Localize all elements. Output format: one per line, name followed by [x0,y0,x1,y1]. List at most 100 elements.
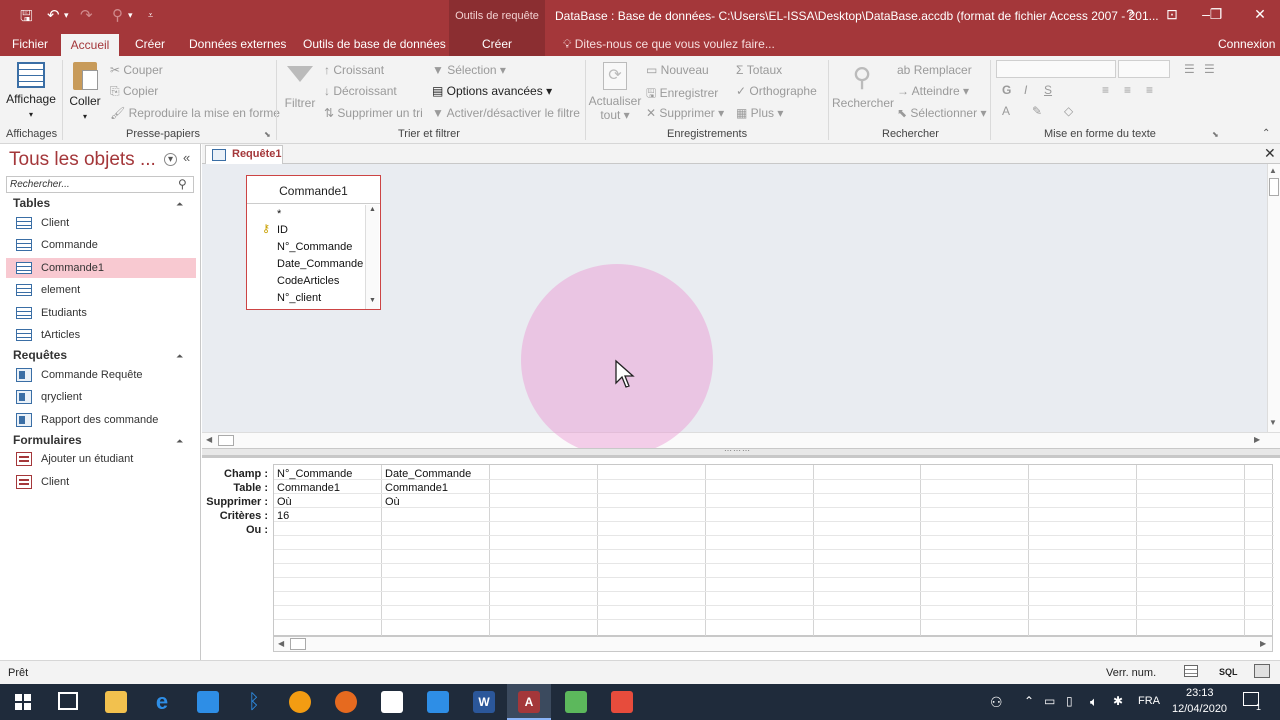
scroll-thumb[interactable] [290,638,306,650]
search-icon[interactable]: ⚲ [178,177,187,191]
nav-query-rapport[interactable]: Rapport des commande [6,410,196,430]
numbering-icon[interactable]: ☰ [1204,62,1215,76]
ribbon-display-icon[interactable]: ⊡ [1160,6,1184,23]
bullets-icon[interactable]: ☰ [1184,62,1195,76]
nav-table-commande[interactable]: Commande [6,235,196,255]
reproduire-button[interactable]: 🖌︎ Reproduire la mise en forme [110,106,280,120]
orthographe-button[interactable]: ✓ Orthographe [736,84,817,98]
word-icon[interactable]: W [473,691,495,713]
scroll-left-icon[interactable]: ◀ [278,639,284,648]
couper-button[interactable]: ✂ Couper [110,63,163,77]
affichage-button[interactable]: Affichage ▾ [4,62,58,122]
tab-requete1[interactable]: Requête1 [205,145,283,164]
nav-table-etudiants[interactable]: Etudiants [6,303,196,323]
field-item[interactable]: N°_Commande [277,241,352,253]
dialog-launcher-icon[interactable]: ⬊ [1212,130,1219,139]
section-tables[interactable]: Tables [13,196,50,210]
supprimer-tri-button[interactable]: ⇅ Supprimer un tri [324,106,423,120]
grid-cell-criteres[interactable]: 16 [277,510,289,522]
scroll-up-icon[interactable]: ▲ [1269,166,1277,175]
options-avancees-button[interactable]: ▤ Options avancées ▾ [432,84,552,98]
nav-table-client[interactable]: Client [6,213,196,233]
datasheet-view-icon[interactable] [1184,665,1198,677]
volume-icon[interactable]: 🔈︎ [1090,694,1098,710]
underline-button[interactable]: S [1044,83,1052,97]
nouveau-button[interactable]: ▭ Nouveau [646,63,709,77]
supprimer-button[interactable]: ✕ Supprimer ▾ [646,106,724,120]
shutter-bar-icon[interactable]: « [183,150,190,165]
restore-icon[interactable]: ❐ [1204,6,1228,23]
network-icon[interactable]: ▭ [1044,694,1055,708]
grid-cell-table[interactable]: Commande1 [385,482,448,494]
font-size-select[interactable] [1118,60,1170,78]
sticky-notes-icon[interactable] [381,691,403,713]
connexion-link[interactable]: Connexion [1210,32,1280,56]
atteindre-button[interactable]: → Atteindre ▾ [897,84,969,98]
undo-icon[interactable]: ↶ [47,6,60,24]
collapse-icon[interactable]: ⏶ [176,351,183,362]
nav-dropdown-icon[interactable]: ▾ [164,153,177,166]
remplacer-button[interactable]: ab Remplacer [897,63,972,77]
edge-icon[interactable]: e [151,691,173,713]
tab-accueil[interactable]: Accueil [61,34,119,56]
grid-cell-champ[interactable]: N°_Commande [277,468,352,480]
section-formulaires[interactable]: Formulaires [13,433,82,447]
bold-button[interactable]: G [1002,83,1011,97]
activer-filtre-button[interactable]: ▼ Activer/désactiver le filtre [432,106,580,120]
battery-icon[interactable]: ▯ [1066,694,1073,708]
field-item[interactable]: ID [277,224,288,236]
selectionner-button[interactable]: ⬉ Sélectionner ▾ [897,106,986,120]
tab-outils-bd[interactable]: Outils de base de données [295,32,454,56]
nav-query-qryclient[interactable]: qryclient [6,387,196,407]
filtrer-button[interactable]: Filtrer [283,62,317,110]
wifi-icon[interactable]: ✱ [1113,694,1123,708]
mail-icon[interactable] [197,691,219,713]
section-requetes[interactable]: Requêtes [13,348,67,362]
nav-table-element[interactable]: element [6,280,196,300]
splitter-grip-icon[interactable]: ⋯⋯⋯ [724,446,751,455]
coller-button[interactable]: Coller ▾ [66,62,104,124]
croissant-button[interactable]: ↑ Croissant [324,63,384,77]
nav-query-commande-requete[interactable]: Commande Requête [6,365,196,385]
copier-button[interactable]: ⎘ Copier [110,84,158,99]
query-grid[interactable]: N°_Commande Commande1 Où 16 Date_Command… [273,464,1274,637]
tab-donnees-externes[interactable]: Données externes [181,32,294,56]
help-button[interactable]: ? [1118,6,1142,22]
camtasia-icon[interactable] [565,691,587,713]
grid-horizontal-scrollbar[interactable]: ◀ ▶ [273,636,1273,652]
field-list-title[interactable]: Commande1 [247,176,380,204]
file-explorer-icon[interactable] [105,691,127,713]
scroll-up-icon[interactable]: ▲ [369,206,376,213]
collapse-icon[interactable]: ⏶ [176,436,183,447]
collapse-ribbon-icon[interactable]: ⌃ [1262,128,1270,139]
field-item[interactable]: N°_client [277,292,321,304]
decroissant-button[interactable]: ↓ Décroissant [324,84,397,98]
grid-cell-supprimer[interactable]: Où [385,496,400,508]
save-icon[interactable]: 🖫 [20,6,33,31]
nav-search-input[interactable]: Rechercher... [6,176,194,193]
tab-fichier[interactable]: Fichier [4,32,56,56]
nav-form-ajouter-etudiant[interactable]: Ajouter un étudiant [6,449,196,469]
filter-qa-dropdown-icon[interactable]: ▾ [128,10,133,21]
scroll-down-icon[interactable]: ▼ [369,297,376,304]
access-icon[interactable]: A [518,691,540,713]
align-center-icon[interactable]: ≡ [1124,83,1131,97]
tell-me-box[interactable]: 💡︎ Dites-nous ce que vous voulez faire..… [555,32,783,56]
field-item[interactable]: CodeArticles [277,275,339,287]
collapse-icon[interactable]: ⏶ [176,199,183,210]
scroll-right-icon[interactable]: ▶ [1254,435,1260,444]
enregistrer-button[interactable]: 🖫 Enregistrer [646,84,718,105]
table-field-list[interactable]: Commande1 * ⚷ ID N°_Commande Date_Comman… [246,175,381,310]
tray-chevron-icon[interactable]: ⌃ [1024,694,1034,708]
language-indicator[interactable]: FRA [1138,695,1160,707]
clock-date[interactable]: 12/04/2020 [1172,703,1227,715]
task-view-icon[interactable] [58,692,78,710]
grid-cell-table[interactable]: Commande1 [277,482,340,494]
highlight-icon[interactable]: ✎ [1032,104,1042,118]
actualiser-button[interactable]: ⟳ Actualiser tout ▾ [588,62,642,122]
totaux-button[interactable]: Σ Totaux [736,63,782,77]
undo-dropdown-icon[interactable]: ▾ [64,10,69,21]
pane-splitter[interactable]: ⋯⋯⋯ [202,446,1280,458]
rechercher-button[interactable]: ⚲ Rechercher [832,62,894,110]
calendar-icon[interactable] [427,691,449,713]
